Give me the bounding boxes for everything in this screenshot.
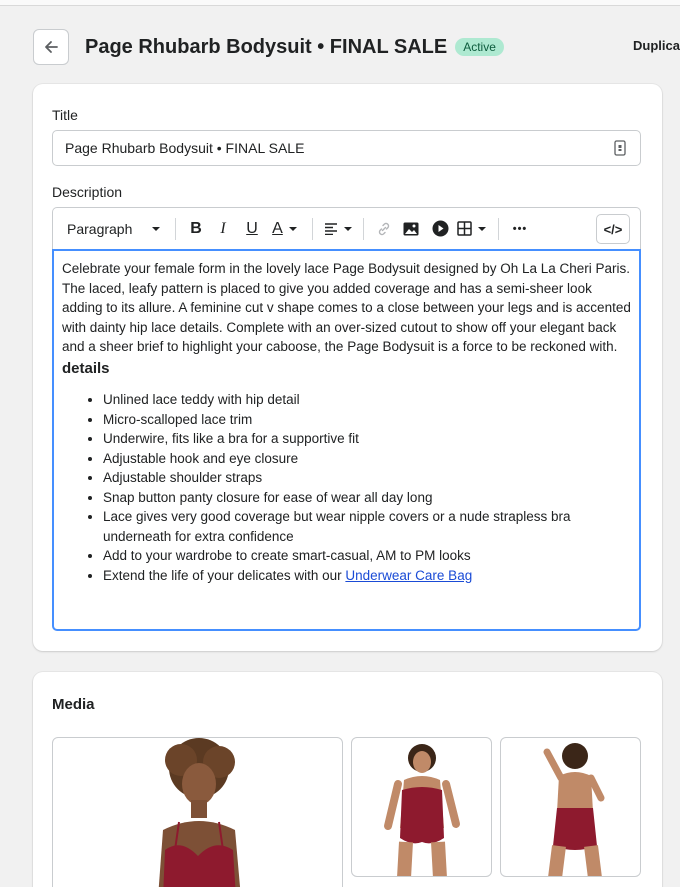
underline-button[interactable]: U bbox=[238, 215, 266, 243]
media-card: Media bbox=[33, 672, 662, 887]
list-item: Add to your wardrobe to create smart-cas… bbox=[103, 546, 631, 566]
list-item: Underwire, fits like a bra for a support… bbox=[103, 429, 631, 449]
title-label: Title bbox=[52, 107, 78, 123]
insert-table-button[interactable] bbox=[454, 215, 490, 243]
editor-toolbar: Paragraph B I U A ••• </> bbox=[52, 207, 641, 249]
description-label: Description bbox=[52, 184, 123, 200]
insert-video-button[interactable] bbox=[426, 215, 454, 243]
align-left-icon bbox=[324, 222, 337, 235]
arrow-left-icon bbox=[45, 41, 58, 53]
caret-down-icon bbox=[288, 226, 297, 231]
top-bar bbox=[0, 0, 680, 6]
show-html-button[interactable]: </> bbox=[596, 214, 630, 244]
product-photo-back bbox=[543, 743, 605, 876]
product-photo-front-closeup bbox=[158, 738, 241, 887]
underwear-care-bag-link[interactable]: Underwear Care Bag bbox=[345, 568, 472, 583]
paragraph-format-select[interactable]: Paragraph bbox=[67, 215, 161, 243]
image-icon bbox=[403, 222, 419, 235]
media-thumbnail-1[interactable] bbox=[52, 737, 343, 887]
toolbar-divider bbox=[498, 217, 499, 240]
password-manager-icon[interactable] bbox=[613, 140, 627, 156]
caret-down-icon bbox=[152, 226, 160, 231]
rich-text-editor: Paragraph B I U A ••• </> Celebrate your… bbox=[52, 207, 641, 631]
product-details-card: Title Page Rhubarb Bodysuit • FINAL SALE… bbox=[33, 84, 662, 651]
toolbar-divider bbox=[363, 217, 364, 240]
product-photo-front-full bbox=[384, 744, 460, 876]
title-input-value: Page Rhubarb Bodysuit • FINAL SALE bbox=[65, 140, 305, 156]
align-button[interactable] bbox=[321, 215, 355, 243]
title-input[interactable]: Page Rhubarb Bodysuit • FINAL SALE bbox=[52, 130, 641, 166]
play-circle-icon bbox=[432, 220, 448, 237]
back-button[interactable] bbox=[33, 29, 69, 65]
list-item: Extend the life of your delicates with o… bbox=[103, 566, 631, 586]
paragraph-format-label: Paragraph bbox=[67, 220, 133, 237]
list-item: Unlined lace teddy with hip detail bbox=[103, 390, 631, 410]
insert-link-button[interactable] bbox=[372, 215, 396, 243]
media-thumbnail-3[interactable] bbox=[500, 737, 641, 877]
media-thumbnail-2[interactable] bbox=[351, 737, 492, 877]
text-color-label: A bbox=[272, 219, 283, 237]
list-item-text: Extend the life of your delicates with o… bbox=[103, 567, 346, 583]
page-header: Page Rhubarb Bodysuit • FINAL SALE Activ… bbox=[33, 28, 680, 66]
link-icon bbox=[378, 222, 390, 235]
description-editor-content[interactable]: Celebrate your female form in the lovely… bbox=[52, 249, 641, 631]
table-icon bbox=[457, 221, 472, 236]
details-heading: details bbox=[62, 359, 110, 377]
list-item: Adjustable shoulder straps bbox=[103, 468, 631, 488]
caret-down-icon bbox=[343, 226, 352, 231]
caret-down-icon bbox=[478, 226, 486, 231]
list-item: Snap button panty closure for ease of we… bbox=[103, 488, 631, 508]
list-item: Adjustable hook and eye closure bbox=[103, 449, 631, 469]
bold-button[interactable]: B bbox=[184, 215, 208, 243]
status-badge: Active bbox=[455, 38, 504, 56]
description-intro: Celebrate your female form in the lovely… bbox=[62, 261, 631, 354]
list-item: Lace gives very good coverage but wear n… bbox=[103, 507, 631, 546]
more-options-button[interactable]: ••• bbox=[507, 215, 533, 243]
toolbar-divider bbox=[175, 217, 176, 240]
italic-button[interactable]: I bbox=[208, 215, 238, 243]
code-icon: </> bbox=[603, 221, 623, 237]
details-list: Unlined lace teddy with hip detail Micro… bbox=[62, 390, 631, 585]
insert-image-button[interactable] bbox=[396, 215, 426, 243]
list-item: Micro-scalloped lace trim bbox=[103, 410, 631, 430]
duplicate-button[interactable]: Duplica bbox=[633, 38, 680, 53]
media-title: Media bbox=[52, 696, 95, 713]
text-color-button[interactable]: A bbox=[266, 215, 304, 243]
page-title: Page Rhubarb Bodysuit • FINAL SALE bbox=[85, 35, 448, 58]
toolbar-divider bbox=[312, 217, 313, 240]
